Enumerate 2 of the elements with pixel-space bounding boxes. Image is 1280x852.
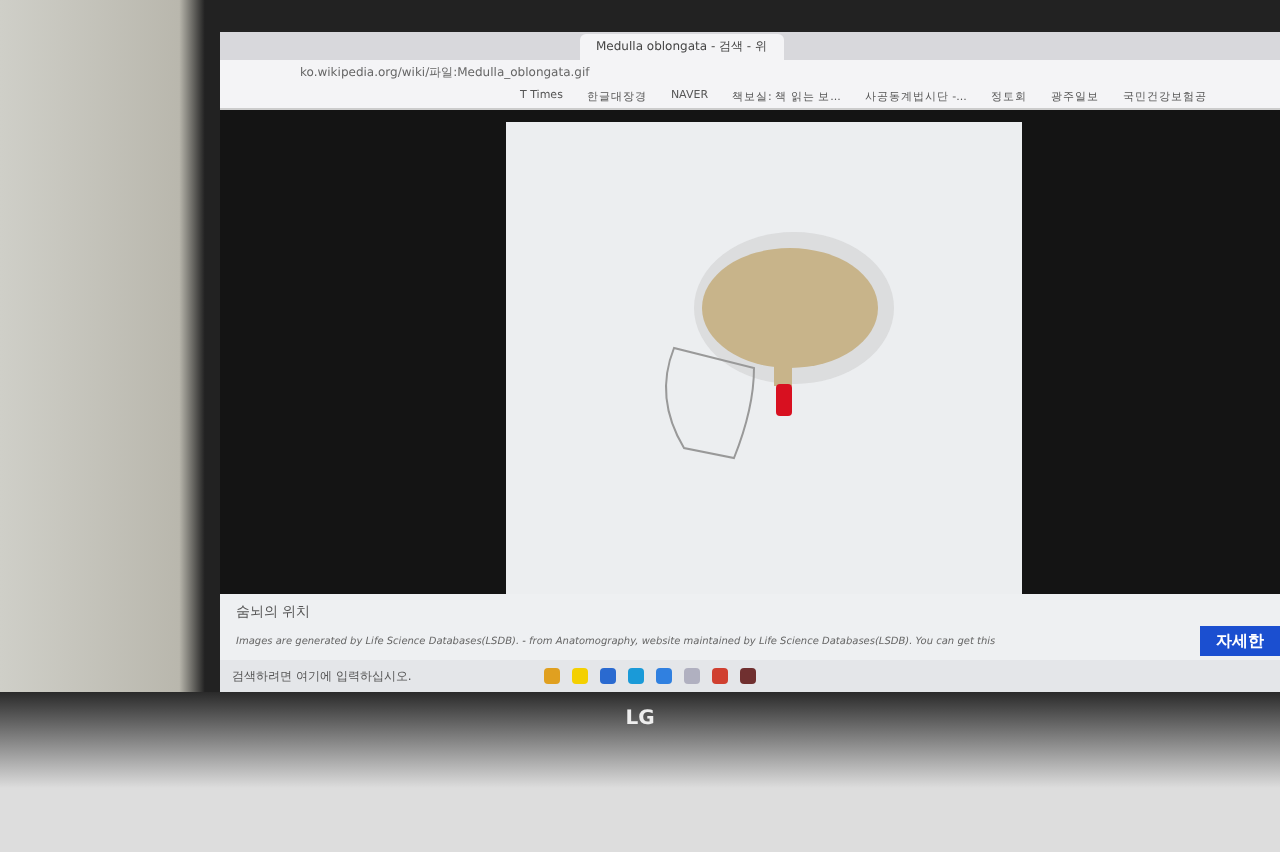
more-button[interactable]: 자세한 bbox=[1200, 626, 1280, 657]
brand-logo: LG bbox=[625, 708, 655, 734]
